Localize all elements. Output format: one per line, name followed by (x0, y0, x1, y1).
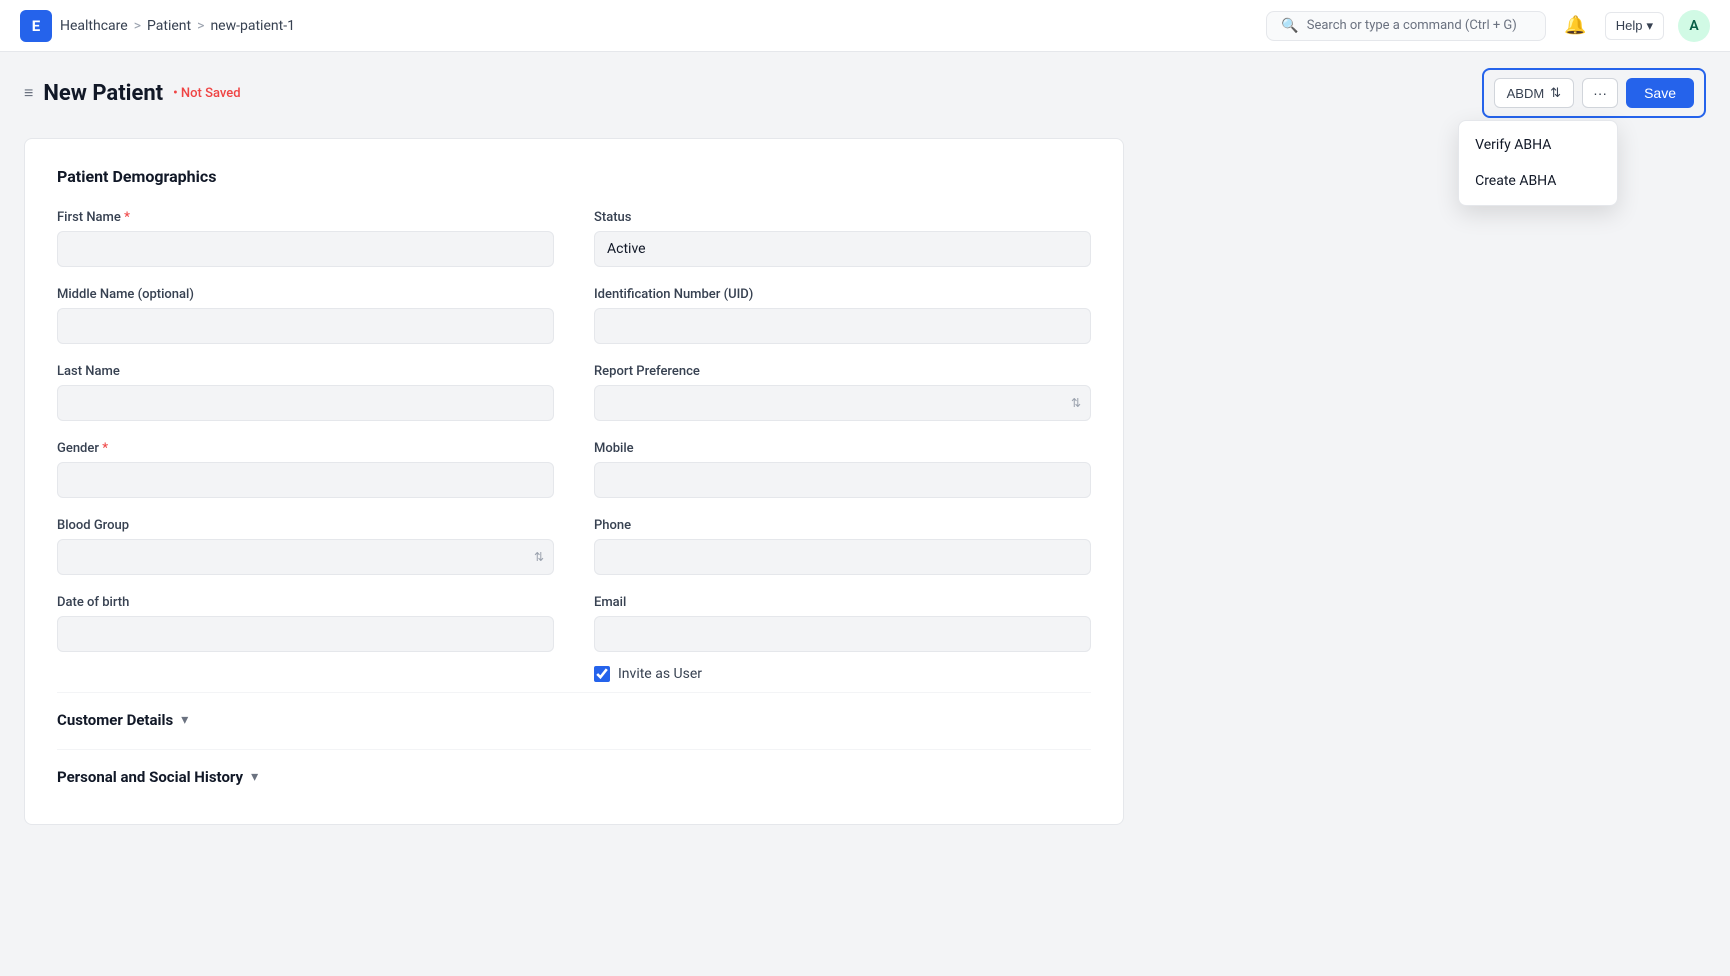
report-preference-select-wrapper (594, 385, 1091, 421)
personal-social-title: Personal and Social History (57, 768, 243, 786)
section-title: Patient Demographics (57, 167, 1091, 186)
report-preference-select[interactable] (594, 385, 1091, 421)
last-name-label: Last Name (57, 364, 554, 379)
first-name-group: First Name * (57, 210, 554, 267)
gender-input[interactable] (57, 462, 554, 498)
email-group: Email Invite as User (594, 595, 1091, 682)
personal-social-history-accordion[interactable]: Personal and Social History ▾ (57, 749, 1091, 796)
help-label: Help (1616, 18, 1643, 33)
blood-group-select-wrapper (57, 539, 554, 575)
last-name-input[interactable] (57, 385, 554, 421)
toolbar-highlight-box: ABDM ⇅ ··· Verify ABHA Create ABHA Save (1482, 68, 1706, 118)
page-title: New Patient (43, 81, 163, 106)
demographics-form-grid: First Name * Status Active Middle Name (… (57, 210, 1091, 682)
page-header: ≡ New Patient • Not Saved ABDM ⇅ ··· Ver… (0, 52, 1730, 118)
phone-group: Phone (594, 518, 1091, 575)
dob-group: Date of birth (57, 595, 554, 682)
avatar[interactable]: A (1678, 10, 1710, 42)
breadcrumb: Healthcare > Patient > new-patient-1 (60, 18, 295, 34)
top-navigation: E Healthcare > Patient > new-patient-1 🔍… (0, 0, 1730, 52)
dob-input[interactable] (57, 616, 554, 652)
save-button[interactable]: Save (1626, 78, 1694, 108)
report-preference-group: Report Preference (594, 364, 1091, 421)
invite-as-user-label[interactable]: Invite as User (618, 666, 702, 682)
help-button[interactable]: Help ▾ (1605, 12, 1664, 40)
phone-label: Phone (594, 518, 1091, 533)
abdm-arrows-icon: ⇅ (1550, 85, 1561, 101)
sidebar-toggle-icon[interactable]: ≡ (24, 83, 33, 103)
breadcrumb-patient[interactable]: Patient (147, 18, 191, 34)
identification-input[interactable] (594, 308, 1091, 344)
dob-label: Date of birth (57, 595, 554, 610)
toolbar: ABDM ⇅ ··· Verify ABHA Create ABHA Save (1494, 78, 1694, 108)
gender-group: Gender * (57, 441, 554, 498)
mobile-input[interactable] (594, 462, 1091, 498)
first-name-label: First Name * (57, 210, 554, 225)
search-placeholder: Search or type a command (Ctrl + G) (1307, 18, 1517, 33)
customer-details-accordion[interactable]: Customer Details ▾ (57, 692, 1091, 739)
blood-group-label: Blood Group (57, 518, 554, 533)
email-label: Email (594, 595, 1091, 610)
not-saved-label: • Not Saved (173, 86, 240, 101)
invite-as-user-row: Invite as User (594, 666, 1091, 682)
not-saved-badge: • Not Saved (173, 86, 240, 101)
blood-group-select[interactable] (57, 539, 554, 575)
mobile-group: Mobile (594, 441, 1091, 498)
page-header-left: ≡ New Patient • Not Saved (24, 81, 241, 106)
identification-label: Identification Number (UID) (594, 287, 1091, 302)
status-group: Status Active (594, 210, 1091, 267)
status-value: Active (594, 231, 1091, 267)
first-name-input[interactable] (57, 231, 554, 267)
create-abha-item[interactable]: Create ABHA (1459, 163, 1617, 199)
middle-name-label: Middle Name (optional) (57, 287, 554, 302)
abdm-button[interactable]: ABDM ⇅ (1494, 78, 1574, 108)
main-content: Patient Demographics First Name * Status… (0, 118, 1730, 845)
verify-abha-item[interactable]: Verify ABHA (1459, 127, 1617, 163)
customer-details-chevron-icon: ▾ (181, 712, 188, 728)
email-input[interactable] (594, 616, 1091, 652)
last-name-group: Last Name (57, 364, 554, 421)
first-name-required-star: * (124, 210, 130, 225)
report-preference-label: Report Preference (594, 364, 1091, 379)
personal-social-chevron-icon: ▾ (251, 769, 258, 785)
gender-label: Gender * (57, 441, 554, 456)
middle-name-input[interactable] (57, 308, 554, 344)
mobile-label: Mobile (594, 441, 1091, 456)
breadcrumb-sep-1: > (134, 18, 141, 34)
abdm-label: ABDM (1507, 86, 1545, 101)
search-bar[interactable]: 🔍 Search or type a command (Ctrl + G) (1266, 11, 1546, 41)
phone-input[interactable] (594, 539, 1091, 575)
identification-group: Identification Number (UID) (594, 287, 1091, 344)
blood-group-group: Blood Group (57, 518, 554, 575)
invite-as-user-checkbox[interactable] (594, 666, 610, 682)
middle-name-group: Middle Name (optional) (57, 287, 554, 344)
nav-right: 🔍 Search or type a command (Ctrl + G) 🔔 … (1266, 10, 1710, 42)
abdm-dropdown-menu: Verify ABHA Create ABHA (1458, 120, 1618, 206)
notifications-button[interactable]: 🔔 (1560, 11, 1590, 40)
breadcrumb-healthcare[interactable]: Healthcare (60, 18, 128, 34)
more-button[interactable]: ··· (1582, 78, 1618, 108)
status-label: Status (594, 210, 1091, 225)
more-dropdown-container: ··· Verify ABHA Create ABHA (1582, 78, 1618, 108)
app-logo: E (20, 10, 52, 42)
search-icon: 🔍 (1281, 18, 1298, 34)
help-chevron-icon: ▾ (1646, 18, 1653, 34)
breadcrumb-current[interactable]: new-patient-1 (210, 18, 294, 34)
patient-demographics-card: Patient Demographics First Name * Status… (24, 138, 1124, 825)
gender-required-star: * (102, 441, 108, 456)
breadcrumb-sep-2: > (197, 18, 204, 34)
customer-details-title: Customer Details (57, 711, 173, 729)
nav-left: E Healthcare > Patient > new-patient-1 (20, 10, 295, 42)
